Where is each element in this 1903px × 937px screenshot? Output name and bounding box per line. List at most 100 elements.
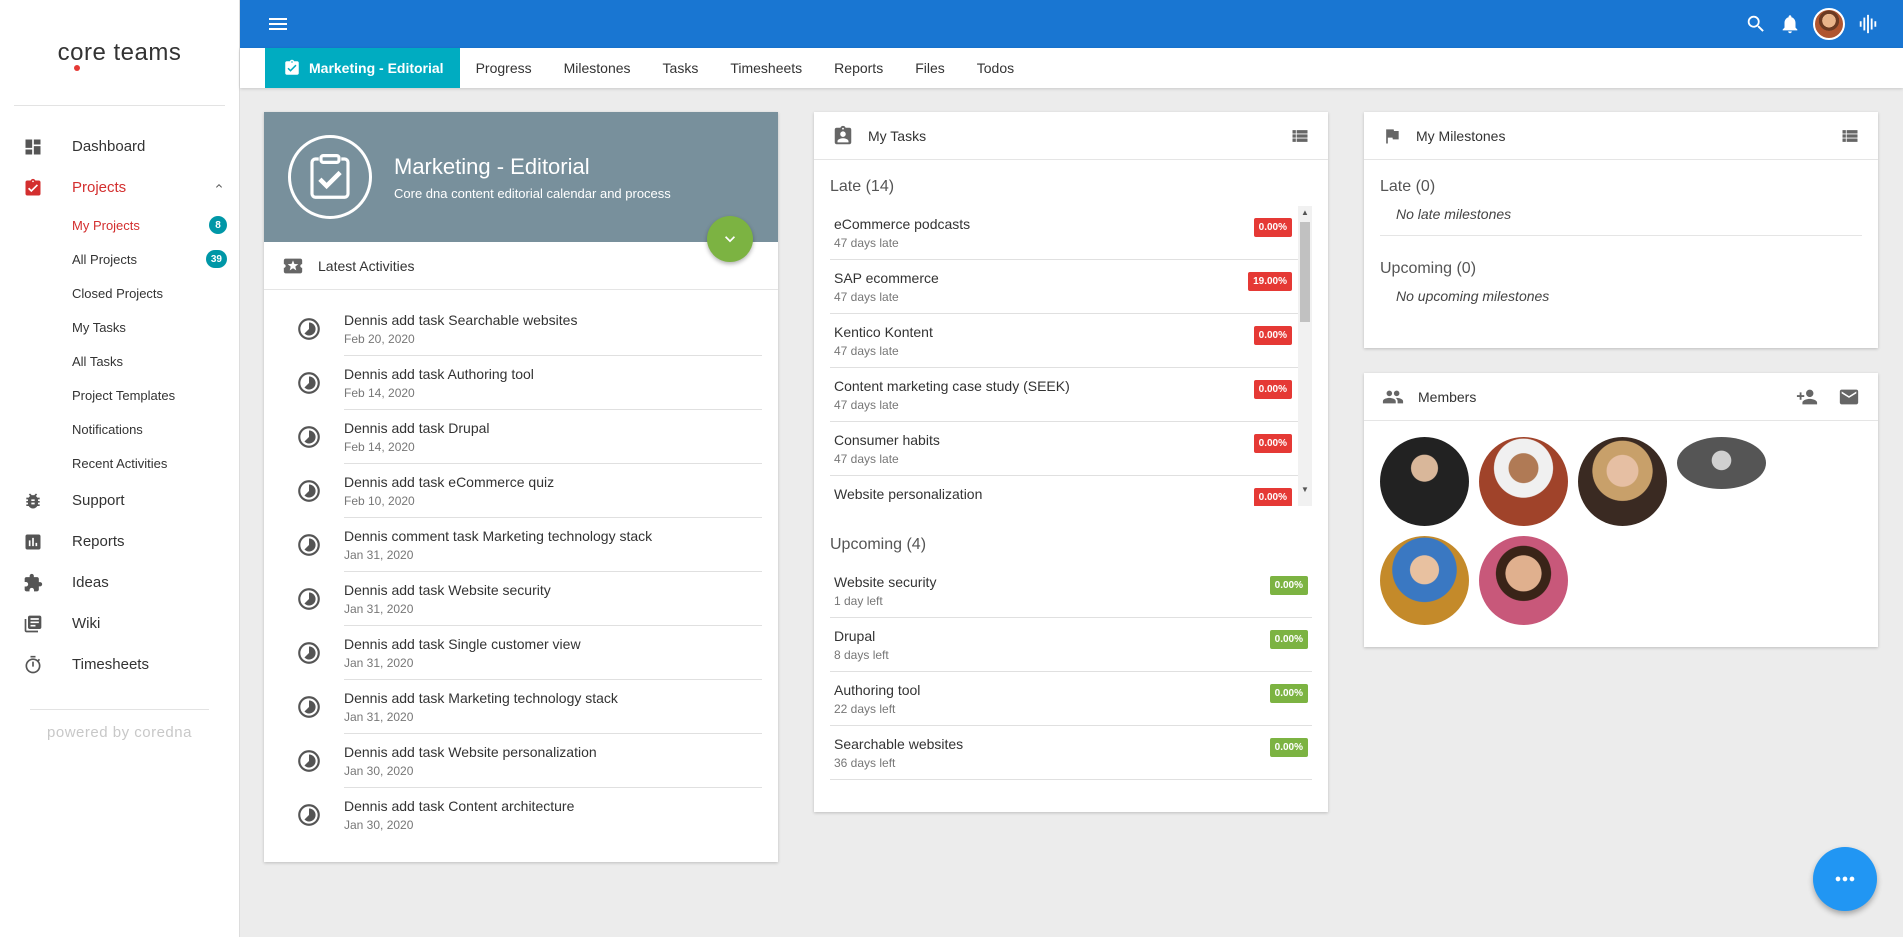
task-row[interactable]: Website personalization 0.00% [830, 476, 1312, 506]
task-name[interactable]: eCommerce podcasts [834, 216, 970, 232]
scroll-thumb[interactable] [1300, 222, 1310, 322]
task-name[interactable]: Authoring tool [834, 682, 920, 698]
activity-item[interactable]: Dennis add task Content architecture Jan … [296, 788, 762, 842]
sub-notifications[interactable]: Notifications [0, 412, 239, 446]
sub-my-projects[interactable]: My Projects 8 [0, 208, 239, 242]
project-tabs: Marketing - Editorial Progress Milestone… [240, 48, 1903, 88]
nav-wiki[interactable]: Wiki [0, 603, 239, 644]
task-due: 8 days left [834, 648, 889, 662]
activity-item[interactable]: Dennis comment task Marketing technology… [296, 518, 762, 572]
add-member-icon[interactable] [1796, 386, 1818, 408]
activity-text: Dennis add task Drupal [344, 419, 490, 436]
project-checkmark-icon [288, 135, 372, 219]
wiki-icon [22, 613, 44, 635]
upcoming-milestones-title: Upcoming (0) [1380, 260, 1477, 277]
task-name[interactable]: Website security [834, 574, 936, 590]
members-actions [1796, 386, 1860, 408]
app-logo[interactable]: c o re teams [14, 0, 225, 106]
activity-item[interactable]: Dennis add task Searchable websites Feb 2… [296, 302, 762, 356]
tab-reports[interactable]: Reports [818, 48, 899, 88]
activity-item[interactable]: Dennis add task Marketing technology sta… [296, 680, 762, 734]
late-tasks-title: Late (14) [830, 178, 895, 195]
search-icon[interactable] [1745, 13, 1767, 35]
sub-label: My Tasks [72, 319, 126, 335]
member-avatar[interactable] [1578, 437, 1667, 526]
count-badge: 39 [205, 250, 227, 268]
sub-project-templates[interactable]: Project Templates [0, 378, 239, 412]
task-name[interactable]: SAP ecommerce [834, 270, 939, 286]
email-icon[interactable] [1838, 386, 1860, 408]
activity-item[interactable]: Dennis add task Drupal Feb 14, 2020 [296, 410, 762, 464]
tab-project-overview[interactable]: Marketing - Editorial [265, 48, 460, 88]
nav-projects[interactable]: Projects [0, 167, 239, 208]
activity-item[interactable]: Dennis add task Website security Jan 31, … [296, 572, 762, 626]
powered-by[interactable]: powered by coredna [30, 709, 209, 741]
milestones-card: My Milestones Late (0) No late milestone… [1364, 112, 1878, 348]
task-row[interactable]: Consumer habits 47 days late 0.00% [830, 422, 1312, 476]
task-row[interactable]: Kentico Kontent 47 days late 0.00% [830, 314, 1312, 368]
scroll-up-icon[interactable]: ▲ [1301, 208, 1309, 217]
task-name[interactable]: Searchable websites [834, 736, 963, 752]
member-avatar[interactable] [1677, 437, 1766, 489]
sub-my-tasks[interactable]: My Tasks [0, 310, 239, 344]
my-tasks-card: My Tasks Late (14) eCommerce podcasts 47 … [814, 112, 1328, 812]
list-view-icon[interactable] [1290, 126, 1310, 146]
task-name[interactable]: Content marketing case study (SEEK) [834, 378, 1070, 394]
tab-progress[interactable]: Progress [460, 48, 548, 88]
task-name[interactable]: Consumer habits [834, 432, 940, 448]
tab-timesheets[interactable]: Timesheets [714, 48, 818, 88]
clipboard-person-icon [832, 125, 854, 147]
activity-item[interactable]: Dennis add task Authoring tool Feb 14, 20… [296, 356, 762, 410]
late-tasks-list[interactable]: eCommerce podcasts 47 days late 0.00% SAP e… [830, 206, 1312, 506]
tab-milestones[interactable]: Milestones [548, 48, 647, 88]
task-row[interactable]: eCommerce podcasts 47 days late 0.00% [830, 206, 1312, 260]
task-name[interactable]: Drupal [834, 628, 889, 644]
member-avatar[interactable] [1380, 437, 1469, 526]
nav-support[interactable]: Support [0, 480, 239, 521]
sub-label: Closed Projects [72, 285, 164, 301]
nav-timesheets[interactable]: Timesheets [0, 644, 239, 685]
more-actions-button[interactable] [1813, 847, 1877, 911]
task-row[interactable]: Searchable websites 36 days left 0.00% [830, 726, 1312, 780]
member-avatar[interactable] [1380, 536, 1469, 625]
sub-all-projects[interactable]: All Projects 39 [0, 242, 239, 276]
task-row[interactable]: SAP ecommerce 47 days late 19.00% [830, 260, 1312, 314]
member-avatar[interactable] [1479, 536, 1568, 625]
sub-all-tasks[interactable]: All Tasks [0, 344, 239, 378]
activity-item[interactable]: Dennis add task eCommerce quiz Feb 10, 20… [296, 464, 762, 518]
nav-reports[interactable]: Reports [0, 521, 239, 562]
task-row[interactable]: Authoring tool 22 days left 0.00% [830, 672, 1312, 726]
sub-closed-projects[interactable]: Closed Projects [0, 276, 239, 310]
expand-button[interactable] [707, 216, 753, 262]
tasks-header: My Tasks [814, 112, 1328, 160]
tab-tasks[interactable]: Tasks [647, 48, 715, 88]
sub-label: My Projects [72, 217, 140, 233]
member-avatar[interactable] [1479, 437, 1568, 526]
voice-waveform-icon[interactable] [1857, 13, 1879, 35]
chevron-up-icon[interactable] [213, 179, 225, 196]
nav-dashboard[interactable]: Dashboard [0, 126, 239, 167]
activity-item[interactable]: Dennis add task Single customer view Jan … [296, 626, 762, 680]
task-row[interactable]: Content marketing case study (SEEK) 47 da… [830, 368, 1312, 422]
tab-todos[interactable]: Todos [961, 48, 1030, 88]
hamburger-menu-icon[interactable] [266, 12, 290, 36]
notifications-bell-icon[interactable] [1779, 13, 1801, 35]
scroll-down-icon[interactable]: ▼ [1301, 485, 1309, 494]
activity-date: Feb 14, 2020 [344, 439, 415, 454]
members-header: Members [1364, 373, 1878, 421]
projects-submenu: My Projects 8 All Projects 39 Closed Proje… [0, 208, 239, 480]
sub-recent-activities[interactable]: Recent Activities [0, 446, 239, 480]
scrollbar[interactable]: ▲ ▼ [1298, 206, 1312, 506]
task-name[interactable]: Website personalization [834, 486, 982, 502]
list-view-icon[interactable] [1840, 126, 1860, 146]
task-name[interactable]: Kentico Kontent [834, 324, 933, 340]
task-row[interactable]: Drupal 8 days left 0.00% [830, 618, 1312, 672]
clock-icon [296, 532, 322, 558]
nav-ideas[interactable]: Ideas [0, 562, 239, 603]
activity-item[interactable]: Dennis add task Website personalization J… [296, 734, 762, 788]
task-row[interactable]: Website security 1 day left 0.00% [830, 564, 1312, 618]
activity-date: Jan 31, 2020 [344, 601, 414, 616]
user-avatar[interactable] [1813, 8, 1845, 40]
activity-text: Dennis add task Authoring tool [344, 365, 534, 382]
tab-files[interactable]: Files [899, 48, 961, 88]
